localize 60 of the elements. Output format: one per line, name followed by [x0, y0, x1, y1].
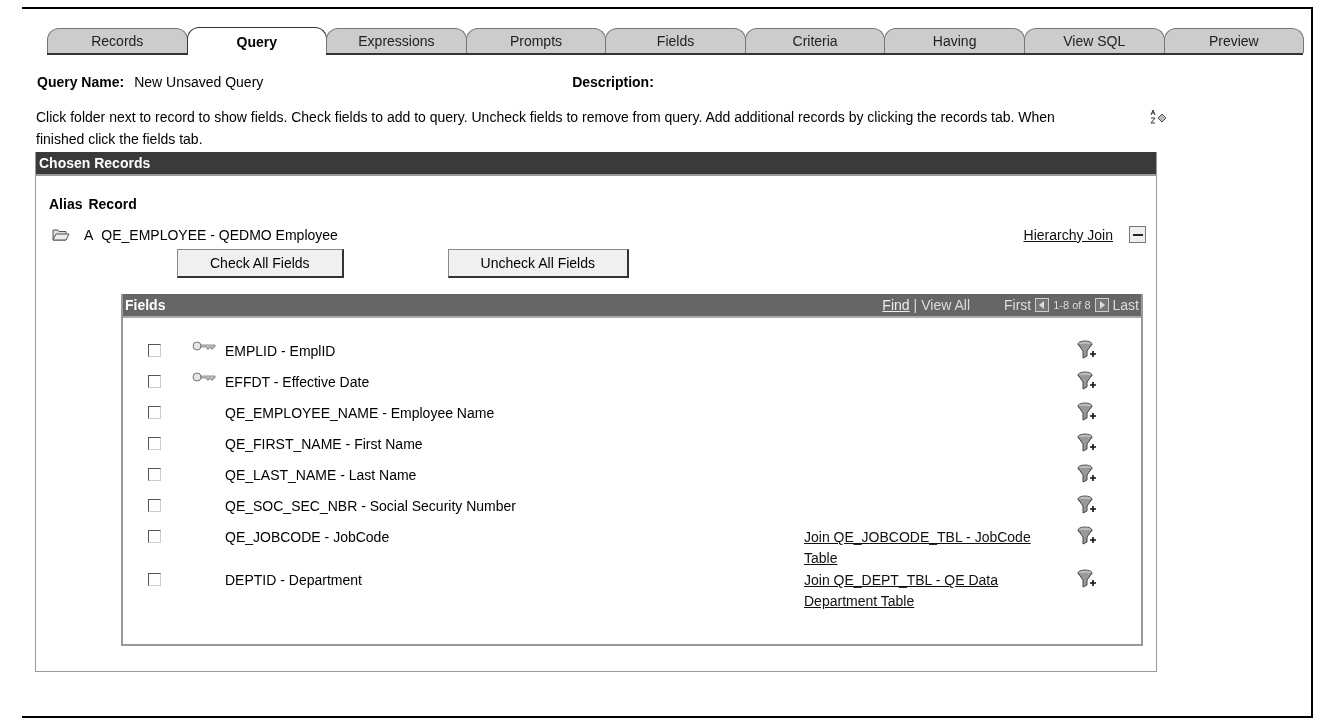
field-name: EFFDT - Effective Date — [225, 374, 371, 390]
checkbox[interactable] — [148, 344, 161, 357]
add-criteria-icon[interactable] — [1077, 433, 1097, 453]
checkbox[interactable] — [148, 573, 161, 586]
add-criteria-icon[interactable] — [1077, 340, 1097, 360]
hierarchy-join-link[interactable]: Hierarchy Join — [1023, 226, 1113, 243]
sort-icon[interactable] — [1149, 109, 1167, 125]
checkbox[interactable] — [148, 530, 161, 543]
tab[interactable]: Fields — [605, 28, 746, 53]
find-link[interactable]: Find — [882, 297, 910, 313]
next-icon[interactable] — [1094, 298, 1109, 312]
previous-icon[interactable] — [1035, 298, 1050, 312]
checkbox[interactable] — [148, 375, 161, 388]
separator-text: | — [913, 297, 918, 313]
column-header: Alias — [49, 196, 83, 212]
tab[interactable]: Having — [884, 28, 1025, 53]
field-name: QE_FIRST_NAME - First Name — [225, 436, 424, 452]
add-criteria-icon[interactable] — [1077, 402, 1097, 422]
grid-title: Fields — [125, 297, 166, 313]
checkbox[interactable] — [148, 468, 161, 481]
query-name-label: Query Name: — [37, 74, 125, 90]
panel-title: Chosen Records — [36, 152, 1156, 176]
column-header: Record — [88, 196, 137, 212]
action-button[interactable]: Check All Fields — [177, 249, 344, 278]
instructions-text: Click folder next to record to show fields. Check fields to add to query. Uncheck fields to remove from query. Add additional records by clicking the records tab. When finished click the fields tab. — [36, 108, 1056, 149]
add-criteria-icon[interactable] — [1077, 569, 1097, 589]
page-range: 1-8 of 8 — [1053, 299, 1091, 311]
add-criteria-icon[interactable] — [1077, 495, 1097, 515]
checkbox[interactable] — [148, 499, 161, 512]
last-link[interactable]: Last — [1112, 297, 1139, 313]
query-name-value: New Unsaved Query — [134, 74, 265, 90]
add-criteria-icon[interactable] — [1077, 371, 1097, 391]
field-name: QE_LAST_NAME - Last Name — [225, 467, 418, 483]
record-alias: A — [84, 226, 94, 243]
minus-icon — [1132, 232, 1143, 237]
field-name: QE_SOC_SEC_NBR - Social Security Number — [225, 498, 517, 514]
collapse-button[interactable] — [1129, 226, 1146, 243]
field-name: QE_EMPLOYEE_NAME - Employee Name — [225, 405, 496, 421]
join-link[interactable]: Join QE_DEPT_TBL - QE Data Department Table — [804, 570, 1034, 612]
tab[interactable]: Expressions — [326, 28, 467, 53]
description-label: Description: — [572, 74, 654, 90]
record-name: QE_EMPLOYEE - QEDMO Employee — [101, 226, 339, 243]
join-link[interactable]: Join QE_JOBCODE_TBL - JobCode Table — [804, 527, 1034, 569]
add-criteria-icon[interactable] — [1077, 464, 1097, 484]
folder-icon[interactable] — [52, 227, 70, 242]
checkbox[interactable] — [148, 406, 161, 419]
tab[interactable]: Query — [186, 27, 328, 55]
checkbox[interactable] — [148, 437, 161, 450]
tab[interactable]: Criteria — [744, 28, 886, 53]
action-button[interactable]: Uncheck All Fields — [447, 249, 629, 278]
add-criteria-icon[interactable] — [1077, 526, 1097, 546]
tab[interactable]: View SQL — [1023, 28, 1165, 53]
field-name: EMPLID - EmplID — [225, 343, 337, 359]
field-name: QE_JOBCODE - JobCode — [225, 529, 391, 545]
tab[interactable]: Prompts — [465, 28, 607, 53]
tab[interactable]: Preview — [1163, 28, 1305, 53]
view-all-link[interactable]: View All — [921, 297, 970, 313]
tab[interactable]: Records — [47, 28, 188, 53]
field-name: DEPTID - Department — [225, 572, 363, 588]
first-link[interactable]: First — [1004, 297, 1032, 313]
